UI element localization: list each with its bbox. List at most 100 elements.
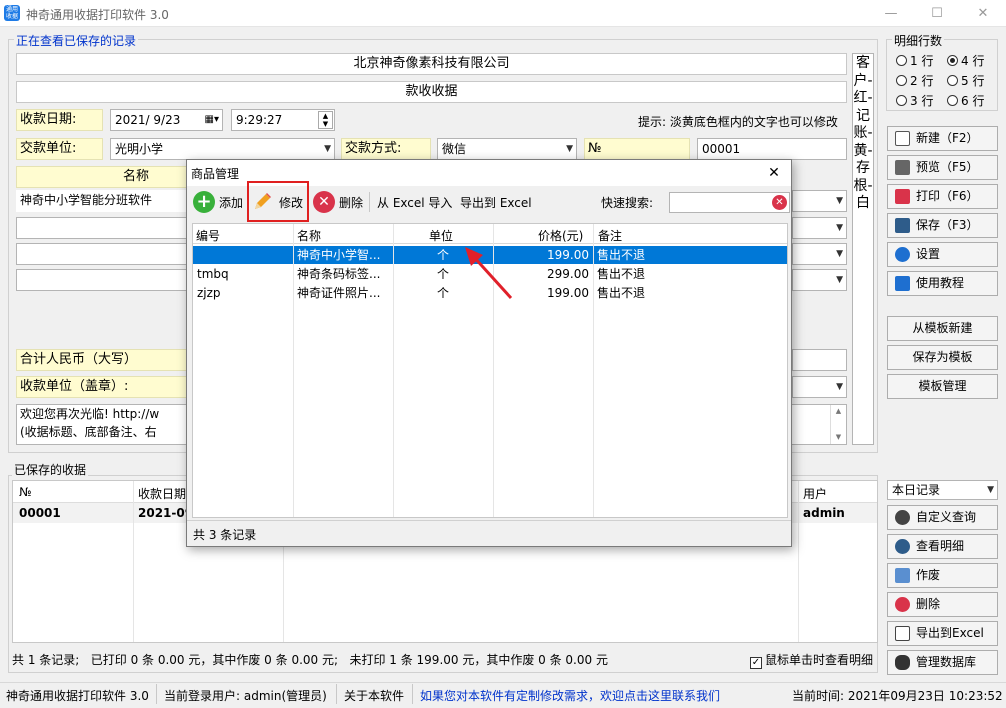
radio-5-row[interactable]: 5 行 xyxy=(947,72,984,89)
radio-6-row[interactable]: 6 行 xyxy=(947,92,984,109)
number-label[interactable]: № xyxy=(584,138,690,160)
range-value: 本日记录 xyxy=(892,483,941,497)
item-combo-1[interactable]: ▼ xyxy=(792,190,847,212)
minimize-button[interactable]: — xyxy=(868,0,914,27)
item-name-2[interactable] xyxy=(16,217,191,239)
delete-record-button[interactable]: 删除 xyxy=(887,592,998,617)
manage-db-button[interactable]: 管理数据库 xyxy=(887,650,998,675)
remark-scrollbar[interactable]: ▲ ▼ xyxy=(830,405,846,444)
radio-2-row[interactable]: 2 行 xyxy=(896,72,933,89)
preview-button[interactable]: 预览（F5） xyxy=(887,155,998,180)
maximize-button[interactable]: ☐ xyxy=(914,0,960,27)
receiver-combo[interactable]: ▼ xyxy=(792,376,847,398)
calendar-icon[interactable]: ▦▾ xyxy=(205,110,219,130)
close-button[interactable]: ✕ xyxy=(960,0,1006,27)
clear-search-icon[interactable]: ✕ xyxy=(772,195,787,210)
row-code xyxy=(193,246,293,264)
item-combo-2[interactable]: ▼ xyxy=(792,217,847,239)
edit-button[interactable]: 修改 xyxy=(251,191,307,213)
export-excel-button[interactable]: 导出到Excel xyxy=(887,621,998,646)
new-from-template-button[interactable]: 从模板新建 xyxy=(887,316,998,341)
saved-header-no[interactable]: № xyxy=(19,485,31,499)
item-combo-4[interactable]: ▼ xyxy=(792,269,847,291)
spin-icon[interactable]: ▲ ▼ xyxy=(318,111,333,129)
payer-combo[interactable]: 光明小学 ▼ xyxy=(110,138,335,160)
company-title[interactable]: 北京神奇像素科技有限公司 xyxy=(16,53,847,75)
template-manage-button[interactable]: 模板管理 xyxy=(887,374,998,399)
range-combo[interactable]: 本日记录 ▼ xyxy=(887,480,998,500)
saved-row-no: 00001 xyxy=(19,506,61,520)
payer-label[interactable]: 交款单位: xyxy=(16,138,103,160)
import-excel-button[interactable]: 从 Excel 导入 xyxy=(377,194,452,211)
view-detail-button[interactable]: 查看明细 xyxy=(887,534,998,559)
quick-search-input[interactable]: ✕ xyxy=(669,192,790,213)
total-label[interactable]: 合计人民币（大写） xyxy=(16,349,196,371)
toolbar-separator xyxy=(369,192,370,212)
custom-query-button[interactable]: 自定义查询 xyxy=(887,505,998,530)
radio-3-row[interactable]: 3 行 xyxy=(896,92,933,109)
method-label[interactable]: 交款方式: xyxy=(341,138,431,160)
plus-icon: + xyxy=(193,191,215,213)
item-name-4[interactable] xyxy=(16,269,191,291)
window-title: 神奇通用收据打印软件 3.0 xyxy=(26,8,169,22)
date-picker[interactable]: 2021/ 9/23 ▦▾ xyxy=(110,109,223,131)
header-price[interactable]: 价格(元) xyxy=(538,227,583,244)
delete-button[interactable]: ✕ 删除 xyxy=(313,191,365,213)
receiver-label[interactable]: 收款单位（盖章）: xyxy=(16,376,196,398)
radio-1-row[interactable]: 1 行 xyxy=(896,52,933,69)
item-name-3[interactable] xyxy=(16,243,191,265)
save-button[interactable]: 保存（F3） xyxy=(887,213,998,238)
method-value: 微信 xyxy=(442,142,467,156)
delete-label: 删除 xyxy=(339,196,364,210)
chevron-down-icon: ▼ xyxy=(836,223,843,233)
radio-4-row[interactable]: 4 行 xyxy=(947,52,984,69)
row-name: 神奇条码标签... xyxy=(297,267,381,281)
product-management-dialog: 商品管理 ✕ + 添加 修改 ✕ 删除 从 Excel 导入 导出到 Excel… xyxy=(186,159,792,547)
trash-icon xyxy=(895,568,910,583)
print-button[interactable]: 打印（F6） xyxy=(887,184,998,209)
total-field[interactable] xyxy=(792,349,847,371)
item-combo-3[interactable]: ▼ xyxy=(792,243,847,265)
saved-header-user[interactable]: 用户 xyxy=(803,485,827,502)
chevron-down-icon: ▼ xyxy=(836,275,843,285)
book-icon xyxy=(895,276,910,291)
new-button[interactable]: 新建（F2） xyxy=(887,126,998,151)
app-icon: 通用 收据 xyxy=(4,5,20,21)
click-detail-checkbox[interactable]: ✓ 鼠标单击时查看明细 xyxy=(750,651,873,669)
header-note[interactable]: 备注 xyxy=(598,227,622,244)
date-label[interactable]: 收款日期: xyxy=(16,109,103,131)
receipt-title[interactable]: 款收收据 xyxy=(16,81,847,103)
chevron-down-icon: ▼ xyxy=(836,382,843,392)
detail-rows-label: 明细行数 xyxy=(892,32,945,49)
new-doc-icon xyxy=(895,131,910,146)
contact-link[interactable]: 如果您对本软件有定制修改需求，欢迎点击这里联系我们 xyxy=(420,687,720,704)
method-combo[interactable]: 微信 ▼ xyxy=(437,138,577,160)
add-button[interactable]: + 添加 xyxy=(193,191,245,213)
dialog-close-button[interactable]: ✕ xyxy=(761,162,787,184)
saved-header-date[interactable]: 收款日期 xyxy=(138,485,186,502)
header-name[interactable]: 名称 xyxy=(297,227,321,244)
quick-search-label: 快速搜索: xyxy=(601,196,654,210)
search-icon xyxy=(895,510,910,525)
copy-color-note[interactable]: 客户-红-记账-黄-存根-白 xyxy=(852,53,874,445)
grid-line xyxy=(293,224,294,517)
row-name: 神奇中小学智... xyxy=(297,248,381,262)
time-picker[interactable]: 9:29:27 ▲ ▼ xyxy=(231,109,335,131)
header-code[interactable]: 编号 xyxy=(196,227,220,244)
save-as-template-button[interactable]: 保存为模板 xyxy=(887,345,998,370)
number-field[interactable]: 00001 xyxy=(697,138,847,160)
settings-button[interactable]: 设置 xyxy=(887,242,998,267)
void-button[interactable]: 作废 xyxy=(887,563,998,588)
gear-icon xyxy=(895,247,910,262)
tutorial-button[interactable]: 使用教程 xyxy=(887,271,998,296)
about-link[interactable]: 关于本软件 xyxy=(344,687,404,704)
header-unit[interactable]: 单位 xyxy=(429,227,453,244)
status-user: 当前登录用户: admin(管理员) xyxy=(164,689,327,703)
status-app: 神奇通用收据打印软件 3.0 xyxy=(6,689,149,703)
export-excel-dialog-button[interactable]: 导出到 Excel xyxy=(460,194,532,211)
grid-line xyxy=(593,224,594,517)
time-value: 9:29:27 xyxy=(236,113,283,127)
hint-text: 提示: 淡黄底色框内的文字也可以修改 xyxy=(638,115,838,129)
row-note: 售出不退 xyxy=(597,267,646,281)
row-note: 售出不退 xyxy=(597,286,646,300)
